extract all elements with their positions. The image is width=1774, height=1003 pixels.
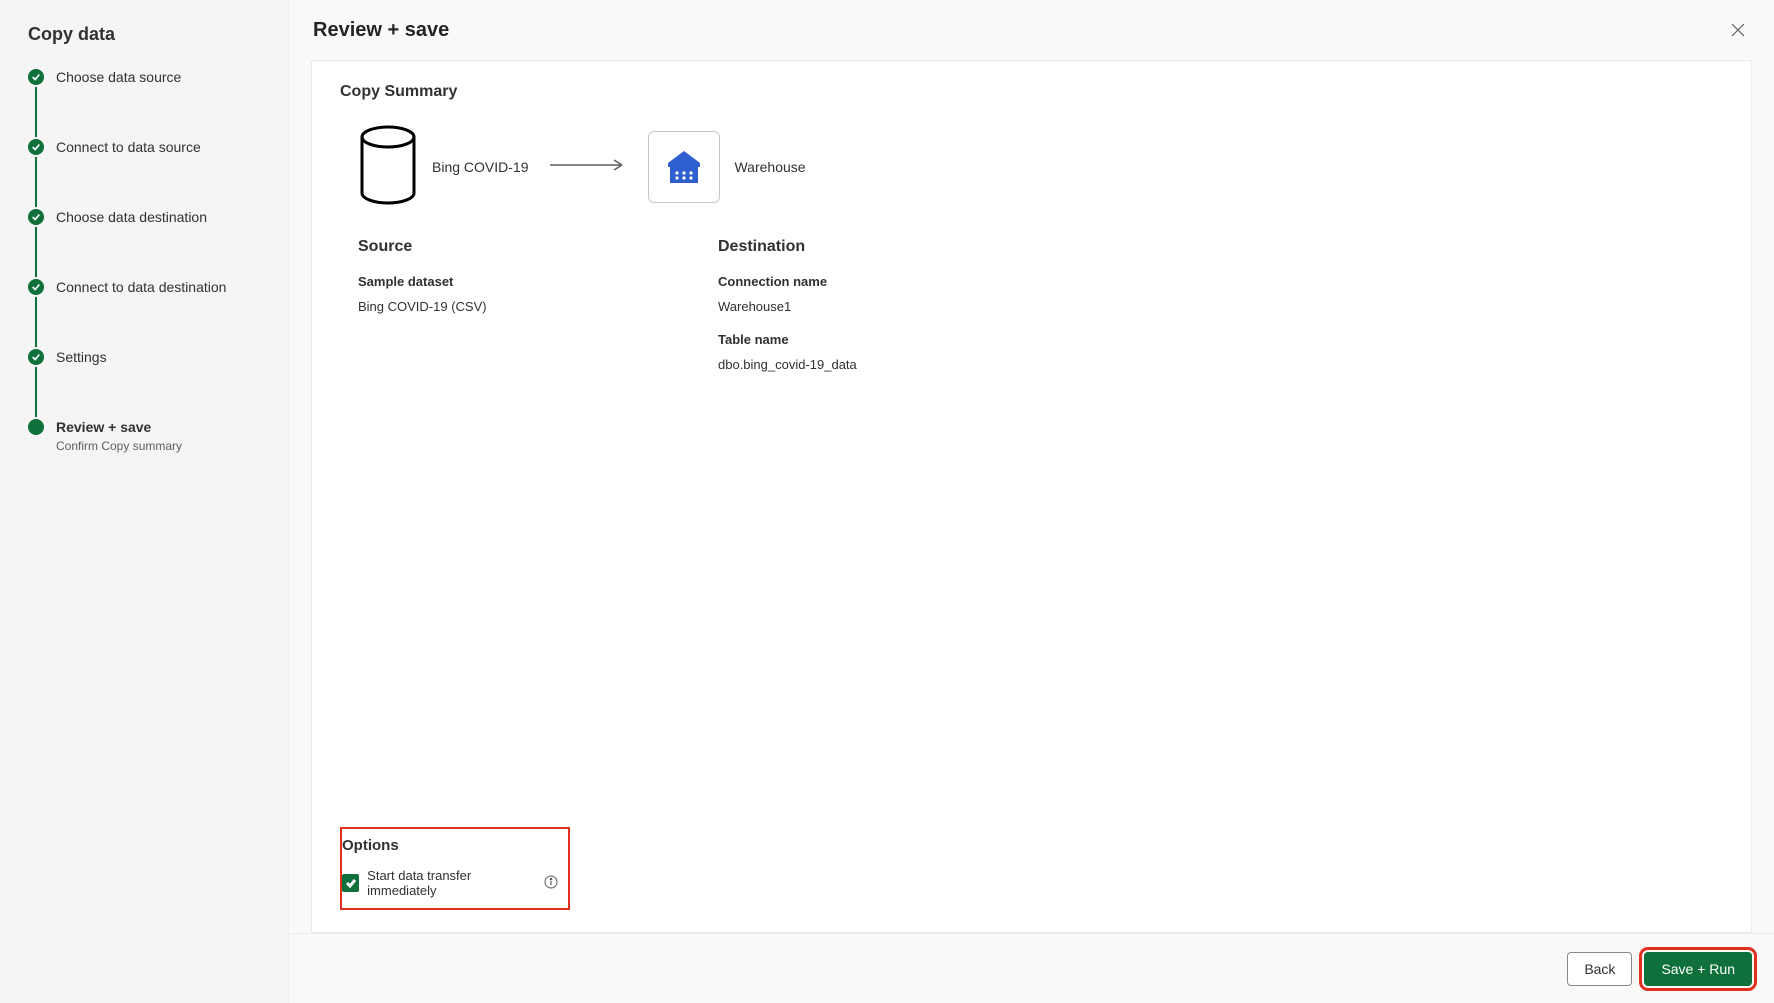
destination-heading: Destination [718, 238, 958, 256]
step-settings[interactable]: Settings [28, 347, 268, 367]
wizard-sidebar: Copy data Choose data source Connect to … [0, 0, 288, 1003]
wizard-steps: Choose data source Connect to data sourc… [28, 67, 268, 453]
connection-name-value: Warehouse1 [718, 299, 958, 314]
connection-name-label: Connection name [718, 274, 958, 289]
step-connector [35, 227, 37, 277]
summary-flow: Bing COVID-19 [358, 125, 1723, 208]
warehouse-icon [648, 131, 720, 203]
step-choose-data-destination[interactable]: Choose data destination [28, 207, 268, 227]
summary-columns: Source Sample dataset Bing COVID-19 (CSV… [358, 238, 1723, 390]
check-icon [28, 209, 44, 225]
summary-card: Copy Summary Bing COVID-19 [311, 60, 1752, 933]
step-label: Settings [56, 347, 107, 367]
source-node: Bing COVID-19 [358, 125, 528, 208]
destination-node: Warehouse [648, 131, 805, 203]
info-icon[interactable] [544, 875, 558, 892]
close-button[interactable] [1726, 18, 1750, 42]
step-review-save[interactable]: Review + save Confirm Copy summary [28, 417, 268, 453]
page-title: Review + save [313, 19, 449, 42]
database-icon [358, 125, 418, 208]
footer: Back Save + Run [289, 933, 1774, 1003]
step-label: Choose data destination [56, 207, 207, 227]
close-icon [1730, 22, 1746, 38]
step-label: Choose data source [56, 67, 181, 87]
check-icon [28, 349, 44, 365]
wizard-title: Copy data [28, 24, 268, 45]
step-sublabel: Confirm Copy summary [56, 439, 182, 453]
source-column: Source Sample dataset Bing COVID-19 (CSV… [358, 238, 598, 390]
step-connect-data-destination[interactable]: Connect to data destination [28, 277, 268, 297]
check-icon [28, 69, 44, 85]
step-connect-data-source[interactable]: Connect to data source [28, 137, 268, 157]
summary-title: Copy Summary [340, 83, 1723, 101]
save-run-button[interactable]: Save + Run [1644, 952, 1752, 986]
table-name-label: Table name [718, 332, 958, 347]
options-section: Options Start data transfer immediately [340, 827, 570, 910]
table-name-value: dbo.bing_covid-19_data [718, 357, 958, 372]
options-heading: Options [342, 837, 558, 854]
source-node-label: Bing COVID-19 [432, 159, 528, 175]
current-step-icon [28, 419, 44, 435]
sample-dataset-label: Sample dataset [358, 274, 598, 289]
step-connector [35, 367, 37, 417]
step-connector [35, 87, 37, 137]
start-immediately-row: Start data transfer immediately [342, 868, 558, 898]
start-immediately-label: Start data transfer immediately [367, 868, 536, 898]
step-connector [35, 297, 37, 347]
source-heading: Source [358, 238, 598, 256]
sample-dataset-value: Bing COVID-19 (CSV) [358, 299, 598, 314]
start-immediately-checkbox[interactable] [342, 874, 359, 892]
step-label: Connect to data destination [56, 277, 226, 297]
step-connector [35, 157, 37, 207]
step-choose-data-source[interactable]: Choose data source [28, 67, 268, 87]
destination-node-label: Warehouse [734, 159, 805, 175]
main-panel: Review + save Copy Summary Bing COVID-19 [288, 0, 1774, 1003]
checkmark-icon [345, 877, 357, 889]
check-icon [28, 279, 44, 295]
back-button[interactable]: Back [1567, 952, 1632, 986]
step-label: Review + save [56, 417, 182, 437]
destination-column: Destination Connection name Warehouse1 T… [718, 238, 958, 390]
arrow-icon [548, 155, 628, 178]
main-header: Review + save [289, 0, 1774, 52]
step-label: Connect to data source [56, 137, 201, 157]
check-icon [28, 139, 44, 155]
